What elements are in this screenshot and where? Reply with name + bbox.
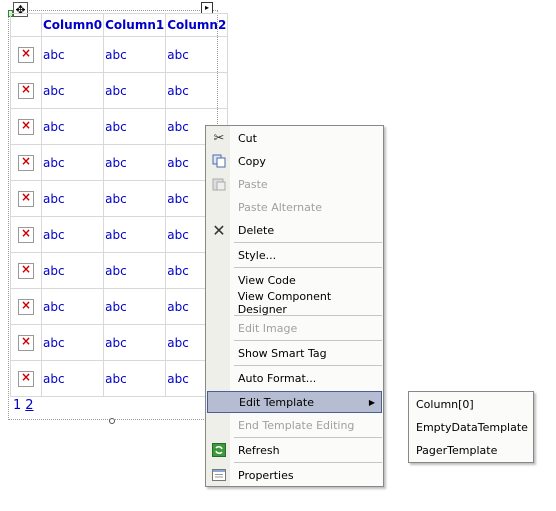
paste-icon	[207, 173, 231, 195]
submenu-item-pagertemplate[interactable]: PagerTemplate	[416, 440, 497, 462]
table-cell: abc	[165, 72, 229, 109]
menu-separator	[234, 267, 382, 268]
broken-image-icon	[18, 154, 34, 171]
image-cell	[10, 360, 42, 397]
menu-item-edit-image[interactable]: Edit Image	[207, 317, 382, 339]
menu-item-auto-format[interactable]: Auto Format...	[207, 367, 382, 389]
copy-icon	[207, 150, 231, 172]
menu-item-style[interactable]: Style...	[207, 244, 382, 266]
broken-image-icon	[18, 334, 34, 351]
refresh-icon	[207, 439, 231, 461]
image-cell	[10, 36, 42, 73]
menu-separator	[234, 462, 382, 463]
menu-item-edit-template[interactable]: Edit Template ▶	[207, 391, 382, 413]
header-cell: Column1	[103, 13, 167, 37]
submenu-arrow-icon: ▶	[368, 397, 375, 407]
properties-icon	[207, 464, 231, 486]
image-cell	[10, 324, 42, 361]
table-cell: abc	[40, 216, 105, 253]
menu-item-show-smart-tag[interactable]: Show Smart Tag	[207, 342, 382, 364]
broken-image-icon	[18, 190, 34, 207]
table-cell: abc	[103, 72, 167, 109]
table-row: abcabcabc	[10, 108, 229, 145]
header-cell-image	[10, 13, 42, 37]
image-cell	[10, 144, 42, 181]
image-cell	[10, 252, 42, 289]
table-row: abcabcabc	[10, 324, 229, 361]
pager-page-link[interactable]: 2	[25, 398, 33, 413]
image-cell	[10, 180, 42, 217]
table-row: abcabcabc	[10, 180, 229, 217]
table-cell: abc	[40, 144, 105, 181]
menu-separator	[234, 340, 382, 341]
broken-image-icon	[18, 226, 34, 243]
image-cell	[10, 72, 42, 109]
table-row: abcabcabc	[10, 288, 229, 325]
scissors-icon: ✂	[213, 130, 225, 146]
header-row: Column0 Column1 Column2	[10, 13, 229, 37]
submenu-item-column0[interactable]: Column[0]	[416, 394, 474, 416]
table-row: abcabcabc	[10, 252, 229, 289]
table-cell: abc	[40, 252, 105, 289]
image-cell	[10, 288, 42, 325]
table-row: abcabcabc	[10, 144, 229, 181]
menu-separator	[234, 242, 382, 243]
broken-image-icon	[18, 118, 34, 135]
menu-separator	[234, 437, 382, 438]
table-cell: abc	[40, 108, 105, 145]
table-cell: abc	[103, 180, 167, 217]
table-row: abcabcabc	[10, 360, 229, 397]
table-cell: abc	[40, 288, 105, 325]
gridview-table: Column0 Column1 Column2 abcabcabcabcabca…	[10, 13, 229, 397]
table-cell: abc	[103, 324, 167, 361]
table-cell: abc	[40, 72, 105, 109]
broken-image-icon	[18, 298, 34, 315]
menu-item-cut[interactable]: ✂ Cut	[207, 127, 382, 149]
table-cell: abc	[40, 36, 105, 73]
menu-item-paste[interactable]: Paste	[207, 173, 382, 195]
menu-item-paste-alternate[interactable]: Paste Alternate	[207, 196, 382, 218]
table-cell: abc	[103, 288, 167, 325]
table-cell: abc	[103, 36, 167, 73]
pager: 12	[13, 398, 38, 413]
broken-image-icon	[18, 82, 34, 99]
menu-separator	[234, 365, 382, 366]
table-row: abcabcabc	[10, 216, 229, 253]
submenu-item-emptydatatemplate[interactable]: EmptyDataTemplate	[416, 417, 528, 439]
menu-item-properties[interactable]: Properties	[207, 464, 382, 486]
table-row: abcabcabc	[10, 72, 229, 109]
table-row: abcabcabc	[10, 36, 229, 73]
pager-current-page: 1	[13, 398, 22, 413]
table-cell: abc	[40, 180, 105, 217]
menu-item-end-template-editing[interactable]: End Template Editing	[207, 414, 382, 436]
menu-separator	[234, 315, 382, 316]
menu-item-view-code[interactable]: View Code	[207, 269, 382, 291]
edit-template-submenu: Column[0] EmptyDataTemplate PagerTemplat…	[408, 391, 534, 463]
broken-image-icon	[18, 262, 34, 279]
table-cell: abc	[103, 360, 167, 397]
delete-x-icon: ✕	[212, 220, 226, 240]
image-cell	[10, 108, 42, 145]
table-cell: abc	[165, 36, 229, 73]
table-cell: abc	[103, 252, 167, 289]
menu-item-copy[interactable]: Copy	[207, 150, 382, 172]
broken-image-icon	[18, 370, 34, 387]
menu-item-refresh[interactable]: Refresh	[207, 439, 382, 461]
table-cell: abc	[103, 144, 167, 181]
resize-handle[interactable]	[109, 418, 115, 424]
menu-item-delete[interactable]: ✕ Delete	[207, 219, 382, 241]
menu-item-view-component-designer[interactable]: View Component Designer	[207, 290, 382, 316]
image-cell	[10, 216, 42, 253]
table-cell: abc	[103, 216, 167, 253]
table-cell: abc	[40, 360, 105, 397]
table-cell: abc	[40, 324, 105, 361]
broken-image-icon	[18, 46, 34, 63]
header-cell: Column2	[165, 13, 229, 37]
header-cell: Column0	[40, 13, 105, 37]
table-cell: abc	[103, 108, 167, 145]
context-menu: ✂ Cut Copy Paste Paste Alternate ✕ Delet…	[205, 125, 384, 487]
